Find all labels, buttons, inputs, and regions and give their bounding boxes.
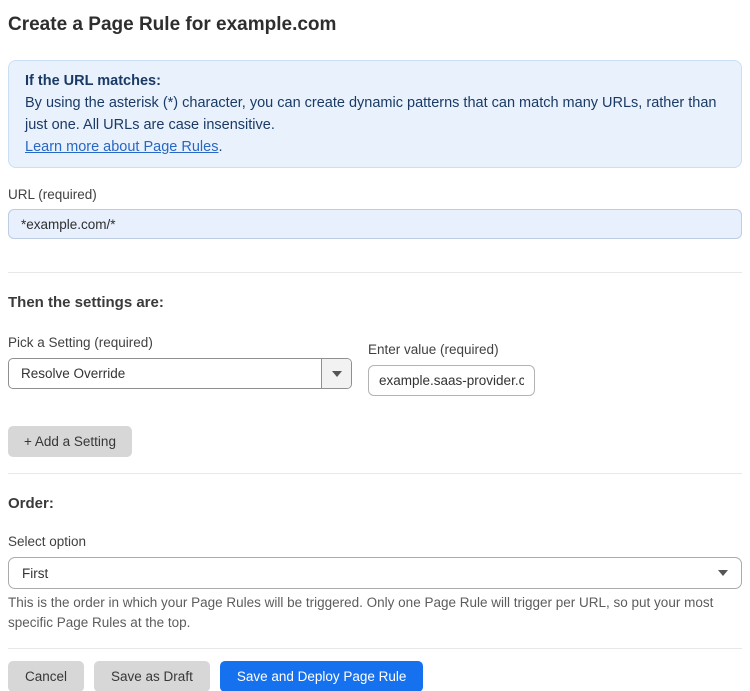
cancel-button[interactable]: Cancel bbox=[8, 661, 85, 691]
divider bbox=[8, 272, 742, 273]
url-field-label: URL (required) bbox=[8, 187, 97, 202]
learn-more-link[interactable]: Learn more about Page Rules bbox=[25, 139, 218, 155]
info-box-body: By using the asterisk (*) character, you… bbox=[25, 95, 717, 133]
form-actions: Cancel Save as Draft Save and Deploy Pag… bbox=[8, 661, 742, 691]
info-box-heading: If the URL matches: bbox=[25, 73, 161, 89]
url-match-info-box: If the URL matches: By using the asteris… bbox=[8, 60, 742, 168]
info-box-link-line: Learn more about Page Rules. bbox=[25, 136, 725, 158]
setting-value-input[interactable] bbox=[368, 365, 535, 396]
url-input[interactable] bbox=[8, 209, 742, 239]
divider bbox=[8, 473, 742, 474]
order-help-text: This is the order in which your Page Rul… bbox=[8, 595, 714, 630]
save-and-deploy-button[interactable]: Save and Deploy Page Rule bbox=[219, 661, 424, 691]
link-suffix: . bbox=[218, 139, 223, 155]
setting-value-column: Enter value (required) bbox=[368, 341, 535, 396]
setting-select-value: Resolve Override bbox=[21, 366, 126, 381]
setting-select-caret-button[interactable] bbox=[321, 359, 351, 388]
order-select[interactable]: First bbox=[8, 557, 742, 589]
setting-picker-column: Pick a Setting (required) Resolve Overri… bbox=[8, 334, 352, 389]
save-as-draft-button[interactable]: Save as Draft bbox=[94, 661, 210, 691]
settings-row: Pick a Setting (required) Resolve Overri… bbox=[8, 334, 742, 396]
page-rule-form: Create a Page Rule for example.com If th… bbox=[0, 13, 750, 691]
add-setting-button[interactable]: + Add a Setting bbox=[8, 426, 132, 457]
order-select-value: First bbox=[22, 565, 49, 581]
setting-picker-label: Pick a Setting (required) bbox=[8, 335, 153, 350]
order-select-label: Select option bbox=[8, 534, 87, 549]
page-title: Create a Page Rule for example.com bbox=[8, 14, 337, 35]
settings-section-heading: Then the settings are: bbox=[8, 294, 164, 311]
chevron-down-icon bbox=[718, 570, 728, 576]
setting-value-label: Enter value (required) bbox=[368, 342, 499, 357]
divider bbox=[8, 648, 742, 649]
order-section-heading: Order: bbox=[8, 495, 54, 512]
chevron-down-icon bbox=[331, 370, 342, 377]
setting-select[interactable]: Resolve Override bbox=[8, 358, 352, 389]
